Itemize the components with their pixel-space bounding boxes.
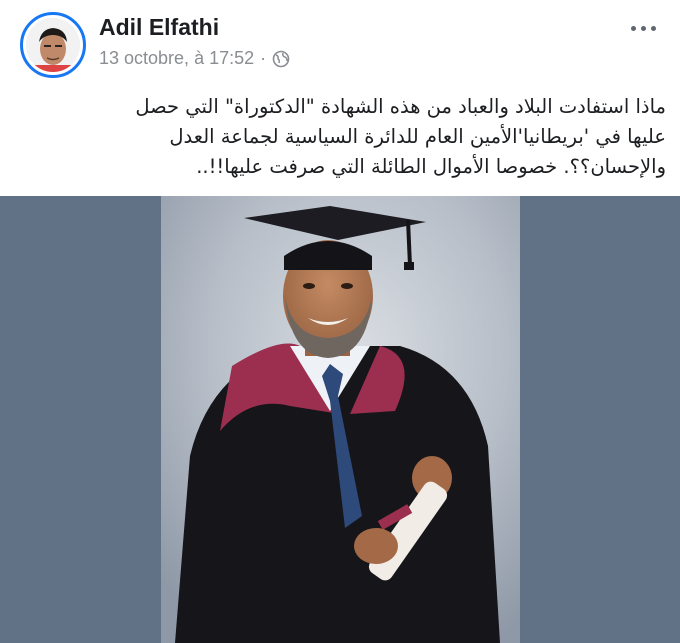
post-text: ماذا استفادت البلاد والعباد من هذه الشها… [14,92,666,182]
globe-icon[interactable] [272,50,290,68]
meta-separator: · [260,48,267,68]
post-text-line: والإحسان؟؟. خصوصا الأموال الطائلة التي ص… [196,155,666,178]
post-photo[interactable] [0,196,680,643]
avatar[interactable] [20,12,86,78]
more-options-button[interactable] [629,20,658,37]
post-text-line: عليها في 'بريطانيا'الأمين العام للدائرة … [169,125,666,148]
more-horizontal-icon-dot [631,26,636,31]
post-timestamp[interactable]: 13 octobre, à 17:52 [99,48,254,69]
post-text-line: ماذا استفادت البلاد والعباد من هذه الشها… [135,95,666,118]
profile-photo [26,18,80,72]
more-horizontal-icon-dot [641,26,646,31]
more-horizontal-icon-dot [651,26,656,31]
author-name[interactable]: Adil Elfathi [99,14,219,41]
post-meta: 13 octobre, à 17:52 · [99,48,290,69]
